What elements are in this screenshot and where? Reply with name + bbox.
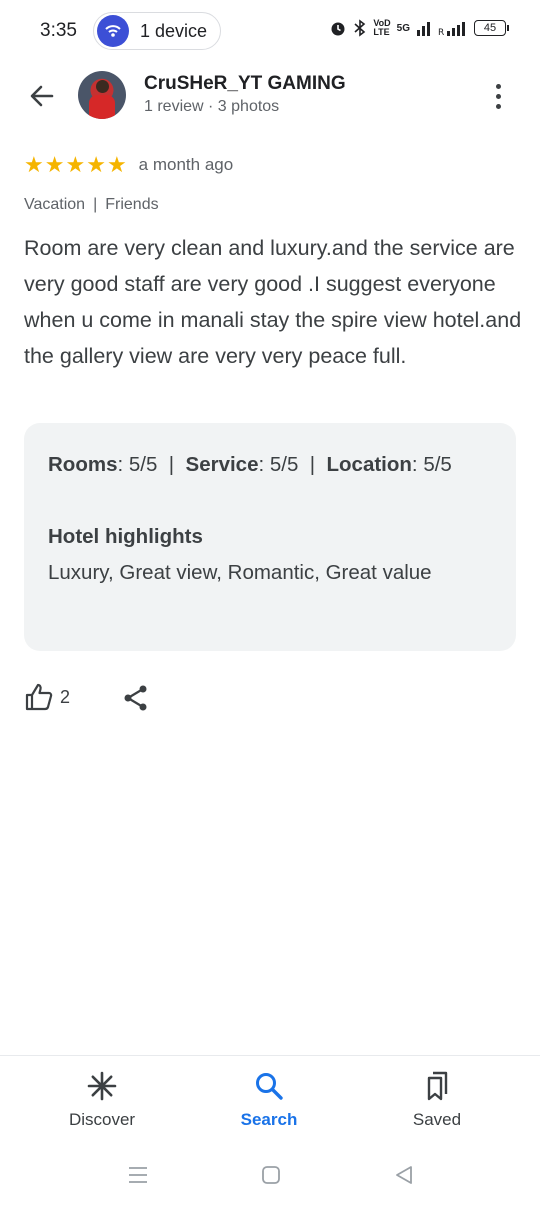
more-options-button[interactable]: [486, 80, 510, 112]
share-button[interactable]: [122, 684, 150, 712]
battery-icon: 45: [474, 20, 509, 36]
star-icon: ★: [65, 152, 86, 177]
like-count: 2: [60, 686, 71, 707]
location-label: Location: [326, 453, 412, 476]
device-pill[interactable]: 1 device: [93, 12, 221, 50]
search-icon: [253, 1070, 285, 1102]
menu-lines-icon: [129, 1167, 147, 1183]
home-square-icon: [262, 1166, 280, 1184]
nav-discover[interactable]: Discover: [32, 1070, 172, 1130]
star-rating: ★ ★ ★ ★ ★: [24, 153, 127, 177]
review-date: a month ago: [138, 155, 234, 174]
thumb-up-icon: [25, 683, 53, 711]
rooms-score: : 5/5: [117, 453, 158, 476]
review-text: Room are very clean and luxury.and the s…: [24, 236, 522, 368]
status-bar: 3:35 1 device VoD LTE 5G R 45: [0, 0, 540, 62]
ratings-card: Rooms: 5/5 | Service: 5/5 | Location: 5/…: [24, 423, 516, 651]
nav-search-label: Search: [240, 1110, 298, 1129]
arrow-back-icon: [30, 85, 54, 107]
status-icons: VoD LTE 5G R 45: [329, 18, 509, 37]
highlights-value: Luxury, Great view, Romantic, Great valu…: [48, 561, 432, 584]
bookmarks-icon: [421, 1070, 453, 1102]
status-time: 3:35: [40, 20, 77, 41]
like-button[interactable]: 2: [24, 682, 70, 712]
system-back-button[interactable]: [390, 1161, 418, 1189]
system-navigation: [0, 1145, 540, 1206]
rooms-label: Rooms: [48, 453, 118, 476]
device-count-label: 1 device: [140, 20, 208, 41]
star-icon: ★: [86, 152, 106, 177]
category-scores: Rooms: 5/5 | Service: 5/5 | Location: 5/…: [48, 447, 492, 483]
share-icon: [124, 685, 147, 711]
star-icon: ★: [24, 152, 44, 177]
avatar[interactable]: [78, 71, 126, 119]
score-separator: |: [309, 453, 316, 476]
recents-button[interactable]: [124, 1161, 152, 1189]
signal-roaming-icon: R: [438, 22, 465, 36]
trip-separator: |: [93, 196, 98, 213]
nav-saved-label: Saved: [412, 1110, 462, 1129]
score-separator: |: [168, 453, 175, 476]
trip-type: Vacation: [24, 196, 86, 213]
network-5g-label: 5G: [396, 22, 410, 34]
trip-with: Friends: [105, 196, 159, 213]
reviewer-meta: 1 review · 3 photos: [144, 98, 280, 115]
back-button[interactable]: [26, 80, 58, 112]
location-score: : 5/5: [411, 453, 452, 476]
triangle-back-icon: [396, 1166, 412, 1184]
nav-saved[interactable]: Saved: [367, 1070, 507, 1130]
bottom-navigation: Discover Search Saved: [0, 1055, 540, 1145]
service-score: : 5/5: [258, 453, 299, 476]
signal-icon: [417, 22, 430, 36]
rating-row: ★ ★ ★ ★ ★ a month ago: [24, 153, 233, 177]
volte-icon: VoD LTE: [373, 18, 391, 37]
hotspot-icon: [97, 15, 129, 47]
alarm-icon: [331, 22, 345, 36]
service-label: Service: [185, 453, 259, 476]
star-icon: ★: [44, 152, 65, 177]
asterisk-icon: [86, 1070, 118, 1102]
home-button[interactable]: [257, 1161, 285, 1189]
more-vert-icon: [495, 83, 501, 89]
star-icon: ★: [106, 152, 127, 177]
bluetooth-icon: [354, 19, 366, 37]
nav-discover-label: Discover: [68, 1110, 136, 1129]
highlights-title: Hotel highlights: [48, 525, 203, 548]
battery-level: 45: [483, 22, 497, 34]
trip-info: Vacation | Friends: [24, 196, 159, 214]
svg-text:R: R: [438, 28, 444, 36]
nav-search[interactable]: Search: [199, 1070, 339, 1130]
reviewer-name[interactable]: CruSHeR_YT GAMING: [144, 73, 346, 95]
